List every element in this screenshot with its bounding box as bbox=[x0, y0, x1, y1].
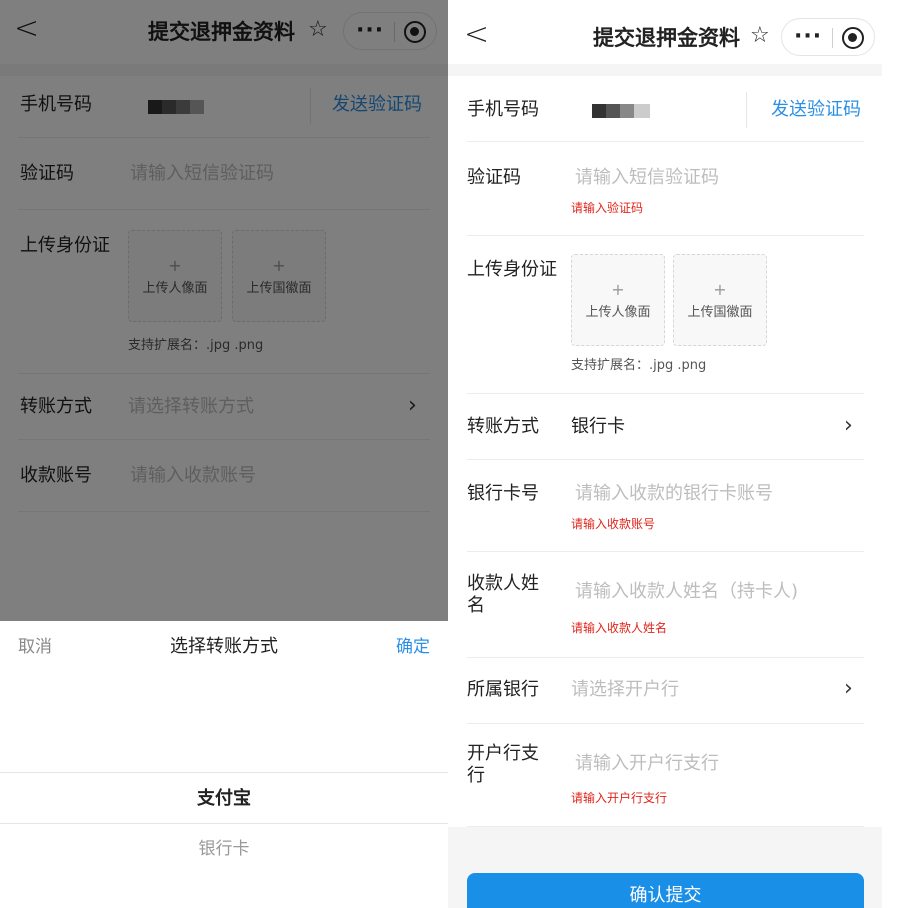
picker-indicator-bottom bbox=[0, 823, 448, 824]
picker-indicator-top bbox=[0, 772, 448, 773]
extension-hint: 支持扩展名：.jpg .png bbox=[571, 358, 707, 373]
picker-confirm-button[interactable]: 确定 bbox=[396, 635, 430, 659]
phone-row: 手机号码 发送验证码 bbox=[467, 78, 864, 142]
field-divider bbox=[746, 92, 747, 128]
star-icon[interactable]: ☆ bbox=[750, 23, 770, 49]
more-icon[interactable]: ··· bbox=[794, 25, 822, 49]
masked-phone-number bbox=[592, 104, 650, 118]
upload-back-label: 上传国徽面 bbox=[687, 305, 753, 320]
picker-option-bank-card[interactable]: 银行卡 bbox=[0, 837, 448, 861]
payee-label-line2: 名 bbox=[467, 595, 485, 616]
id-upload-row: 上传身份证 + 上传人像面 + 上传国徽面 支持扩展名：.jpg .png bbox=[467, 236, 864, 394]
miniprogram-capsule: ··· bbox=[781, 18, 875, 56]
id-upload-label: 上传身份证 bbox=[467, 259, 557, 280]
upload-front-button[interactable]: + 上传人像面 bbox=[571, 254, 665, 346]
chevron-right-icon: › bbox=[844, 413, 853, 438]
transfer-method-value[interactable]: 银行卡 bbox=[571, 415, 625, 439]
capsule-divider bbox=[832, 28, 833, 48]
send-code-button[interactable]: 发送验证码 bbox=[771, 98, 861, 122]
payee-row: 收款人姓 名 请输入收款人姓名（持卡人) 请输入收款人姓名 bbox=[467, 552, 864, 658]
branch-label-line2: 行 bbox=[467, 765, 485, 786]
payee-name-input[interactable]: 请输入收款人姓名（持卡人) bbox=[575, 580, 798, 604]
branch-error: 请输入开户行支行 bbox=[571, 791, 668, 805]
bank-card-error: 请输入收款账号 bbox=[571, 517, 656, 531]
code-row: 验证码 请输入短信验证码 请输入验证码 bbox=[467, 142, 864, 236]
back-icon[interactable]: < bbox=[464, 20, 489, 50]
nav-bar: < 提交退押金资料 ☆ ··· bbox=[448, 0, 916, 64]
right-screen: < 提交退押金资料 ☆ ··· 手机号码 发送验证码 验证码 请输入短信验证码 … bbox=[448, 0, 916, 908]
payee-label-line1: 收款人姓 bbox=[467, 573, 539, 594]
code-label: 验证码 bbox=[467, 167, 521, 188]
branch-label-line1: 开户行支 bbox=[467, 743, 539, 764]
phone-label: 手机号码 bbox=[467, 99, 539, 120]
transfer-method-picker: 选择转账方式 取消 确定 支付宝 银行卡 bbox=[0, 621, 448, 908]
upload-back-button[interactable]: + 上传国徽面 bbox=[673, 254, 767, 346]
bank-card-input[interactable]: 请输入收款的银行卡账号 bbox=[575, 482, 773, 506]
picker-option-alipay[interactable]: 支付宝 bbox=[0, 787, 448, 811]
transfer-method-row[interactable]: 转账方式 银行卡 › bbox=[467, 394, 864, 460]
picker-title: 选择转账方式 bbox=[170, 636, 278, 657]
bank-card-row: 银行卡号 请输入收款的银行卡账号 请输入收款账号 bbox=[467, 460, 864, 552]
picker-cancel-button[interactable]: 取消 bbox=[18, 635, 52, 659]
transfer-method-label: 转账方式 bbox=[467, 416, 539, 437]
plus-icon: + bbox=[713, 280, 727, 299]
code-error: 请输入验证码 bbox=[571, 201, 644, 215]
bank-select[interactable]: 请选择开户行 bbox=[571, 678, 679, 702]
payee-name-error: 请输入收款人姓名 bbox=[571, 621, 668, 635]
chevron-right-icon: › bbox=[844, 676, 853, 701]
bank-label: 所属银行 bbox=[467, 679, 539, 700]
section-gap bbox=[448, 64, 882, 76]
plus-icon: + bbox=[611, 280, 625, 299]
upload-front-label: 上传人像面 bbox=[585, 305, 651, 320]
submit-button[interactable]: 确认提交 bbox=[467, 873, 864, 908]
branch-row: 开户行支 行 请输入开户行支行 请输入开户行支行 bbox=[467, 724, 864, 827]
code-input[interactable]: 请输入短信验证码 bbox=[575, 166, 719, 190]
bank-card-label: 银行卡号 bbox=[467, 483, 539, 504]
bank-row[interactable]: 所属银行 请选择开户行 › bbox=[467, 658, 864, 724]
page-title: 提交退押金资料 bbox=[593, 26, 740, 50]
close-miniprogram-icon[interactable] bbox=[842, 27, 864, 49]
modal-overlay[interactable] bbox=[0, 0, 448, 621]
branch-input[interactable]: 请输入开户行支行 bbox=[575, 752, 719, 776]
left-screen: < 提交退押金资料 ☆ ··· 手机号码 发送验证码 验证码 请输入短信验证码 … bbox=[0, 0, 448, 908]
